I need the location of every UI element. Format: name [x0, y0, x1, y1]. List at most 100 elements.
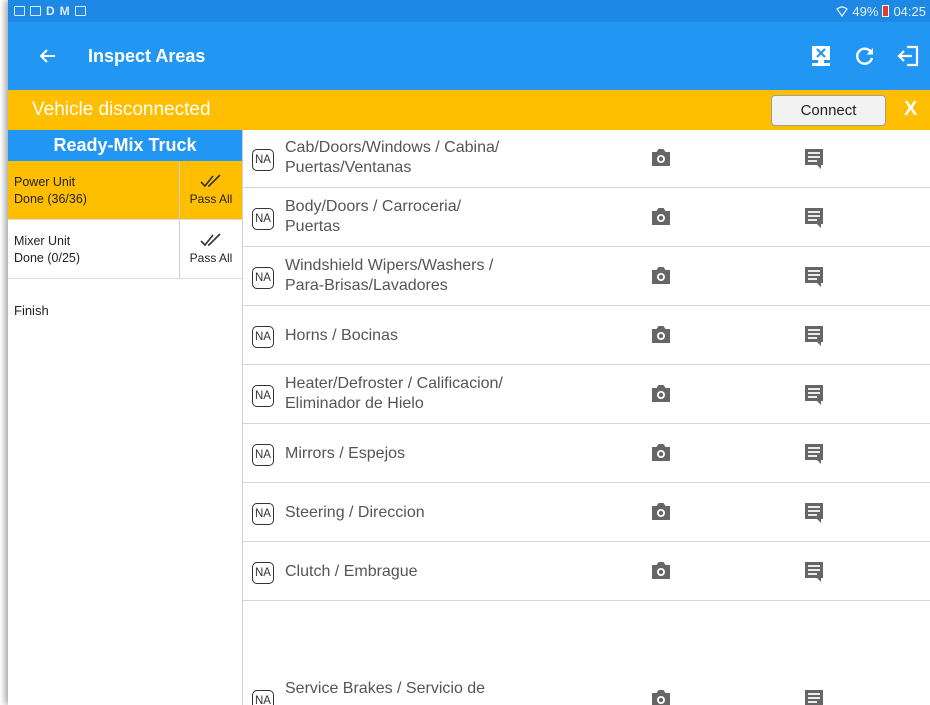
logout-button[interactable]	[896, 43, 922, 69]
back-arrow-icon	[39, 49, 55, 63]
list-item: NA Steering / Direccion	[243, 484, 930, 542]
camera-button[interactable]	[650, 207, 672, 232]
notification-square-icon	[14, 6, 25, 16]
na-toggle[interactable]: NA	[252, 149, 274, 171]
list-item: NA Horns / Bocinas	[243, 307, 930, 365]
notification-letter: D	[46, 4, 55, 18]
na-toggle[interactable]: NA	[252, 326, 274, 348]
list-item: NA Windshield Wipers/Washers / Para-Bris…	[243, 248, 930, 306]
app-bar-actions	[808, 43, 930, 69]
unit-status: Done (0/25)	[14, 251, 81, 265]
item-label-line: Steering / Direccion	[285, 504, 425, 521]
comment-button[interactable]	[804, 148, 824, 175]
app-bar: Inspect Areas	[8, 22, 930, 90]
item-label: Horns / Bocinas	[285, 326, 615, 346]
camera-button[interactable]	[650, 148, 672, 173]
item-label-line: Body/Doors / Carroceria/	[285, 198, 462, 215]
camera-button[interactable]	[650, 561, 672, 586]
camera-button[interactable]	[650, 266, 672, 291]
na-toggle[interactable]: NA	[252, 267, 274, 289]
list-item: NA Service Brakes / Servicio de	[243, 671, 930, 705]
unit-status: Done (36/36)	[14, 192, 87, 206]
comment-button[interactable]	[804, 502, 824, 529]
system-status: 49% 04:25	[836, 4, 930, 19]
camera-button[interactable]	[650, 384, 672, 409]
pass-all-label: Pass All	[189, 251, 233, 265]
comment-button[interactable]	[804, 443, 824, 470]
item-label: Heater/Defroster / Calificacion/ Elimina…	[285, 374, 615, 414]
vehicle-header: Ready-Mix Truck	[8, 130, 242, 161]
item-label-line: Puertas/Ventanas	[285, 159, 412, 176]
camera-icon	[652, 444, 670, 461]
battery-percent: 49%	[852, 3, 879, 19]
sidebar-item-mixer-unit[interactable]: Mixer Unit Done (0/25) Pass All	[8, 220, 242, 279]
comment-button[interactable]	[804, 207, 824, 234]
item-label-line: Heater/Defroster / Calificacion/	[285, 375, 503, 392]
comment-icon	[805, 690, 823, 705]
refresh-button[interactable]	[852, 43, 878, 69]
connect-button[interactable]: Connect	[771, 95, 886, 126]
item-label-line: Horns / Bocinas	[285, 327, 398, 344]
unit-info: Power Unit Done (36/36)	[8, 161, 179, 219]
pass-all-button[interactable]: Pass All	[179, 161, 242, 219]
comment-button[interactable]	[804, 384, 824, 411]
camera-icon	[652, 562, 670, 579]
list-item: NA Cab/Doors/Windows / Cabina/ Puertas/V…	[243, 130, 930, 188]
refresh-icon	[856, 47, 874, 65]
camera-icon	[652, 208, 670, 225]
na-toggle[interactable]: NA	[252, 444, 274, 466]
camera-button[interactable]	[650, 325, 672, 350]
item-label-line: Puertas	[285, 218, 341, 235]
na-toggle[interactable]: NA	[252, 208, 274, 230]
item-label: Steering / Direccion	[285, 503, 615, 523]
item-label: Cab/Doors/Windows / Cabina/ Puertas/Vent…	[285, 138, 615, 178]
back-button[interactable]	[8, 47, 88, 65]
unlink-device-button[interactable]	[808, 43, 834, 69]
app-window: D M 49% 04:25 Inspect Areas Vehicle disc…	[8, 0, 930, 705]
camera-button[interactable]	[650, 443, 672, 468]
wifi-icon	[836, 6, 849, 17]
na-toggle[interactable]: NA	[252, 562, 274, 584]
item-label: Mirrors / Espejos	[285, 444, 615, 464]
sidebar-item-power-unit[interactable]: Power Unit Done (36/36) Pass All	[8, 161, 242, 220]
list-item: NA Body/Doors / Carroceria/ Puertas	[243, 189, 930, 247]
banner-message: Vehicle disconnected	[32, 99, 211, 120]
double-check-icon	[200, 174, 221, 188]
camera-button[interactable]	[650, 689, 672, 705]
camera-icon	[652, 267, 670, 284]
list-item: NA Mirrors / Espejos	[243, 425, 930, 483]
pass-all-button[interactable]: Pass All	[179, 220, 242, 278]
banner-close-button[interactable]: X	[904, 98, 917, 121]
comment-icon	[805, 267, 823, 287]
camera-icon	[652, 149, 670, 166]
notification-image-icon	[74, 6, 86, 16]
unit-info: Mixer Unit Done (0/25)	[8, 220, 179, 278]
comment-icon	[805, 503, 823, 523]
item-label: Clutch / Embrague	[285, 562, 615, 582]
comment-button[interactable]	[804, 689, 824, 705]
unit-name: Power Unit	[14, 175, 76, 189]
comment-button[interactable]	[804, 325, 824, 352]
na-toggle[interactable]: NA	[252, 690, 274, 705]
notification-letter: M	[59, 4, 70, 18]
list-item: NA Clutch / Embrague	[243, 543, 930, 601]
item-label-line: Service Brakes / Servicio de	[285, 680, 486, 697]
inspect-area-list[interactable]: NA Cab/Doors/Windows / Cabina/ Puertas/V…	[243, 130, 930, 705]
na-toggle[interactable]: NA	[252, 385, 274, 407]
comment-button[interactable]	[804, 266, 824, 293]
comment-icon	[805, 562, 823, 582]
na-toggle[interactable]: NA	[252, 503, 274, 525]
clock: 04:25	[893, 3, 926, 19]
comment-icon	[805, 444, 823, 464]
double-check-icon	[200, 233, 221, 247]
camera-button[interactable]	[650, 502, 672, 527]
unit-name: Mixer Unit	[14, 234, 71, 248]
notification-mail-icon	[30, 6, 41, 16]
sidebar-item-finish[interactable]: Finish	[8, 279, 242, 318]
notification-icons: D M	[8, 4, 86, 18]
comment-icon	[805, 385, 823, 405]
unit-sidebar: Ready-Mix Truck Power Unit Done (36/36) …	[8, 130, 243, 705]
item-label: Body/Doors / Carroceria/ Puertas	[285, 197, 615, 237]
comment-button[interactable]	[804, 561, 824, 588]
unlink-device-icon	[812, 46, 830, 66]
